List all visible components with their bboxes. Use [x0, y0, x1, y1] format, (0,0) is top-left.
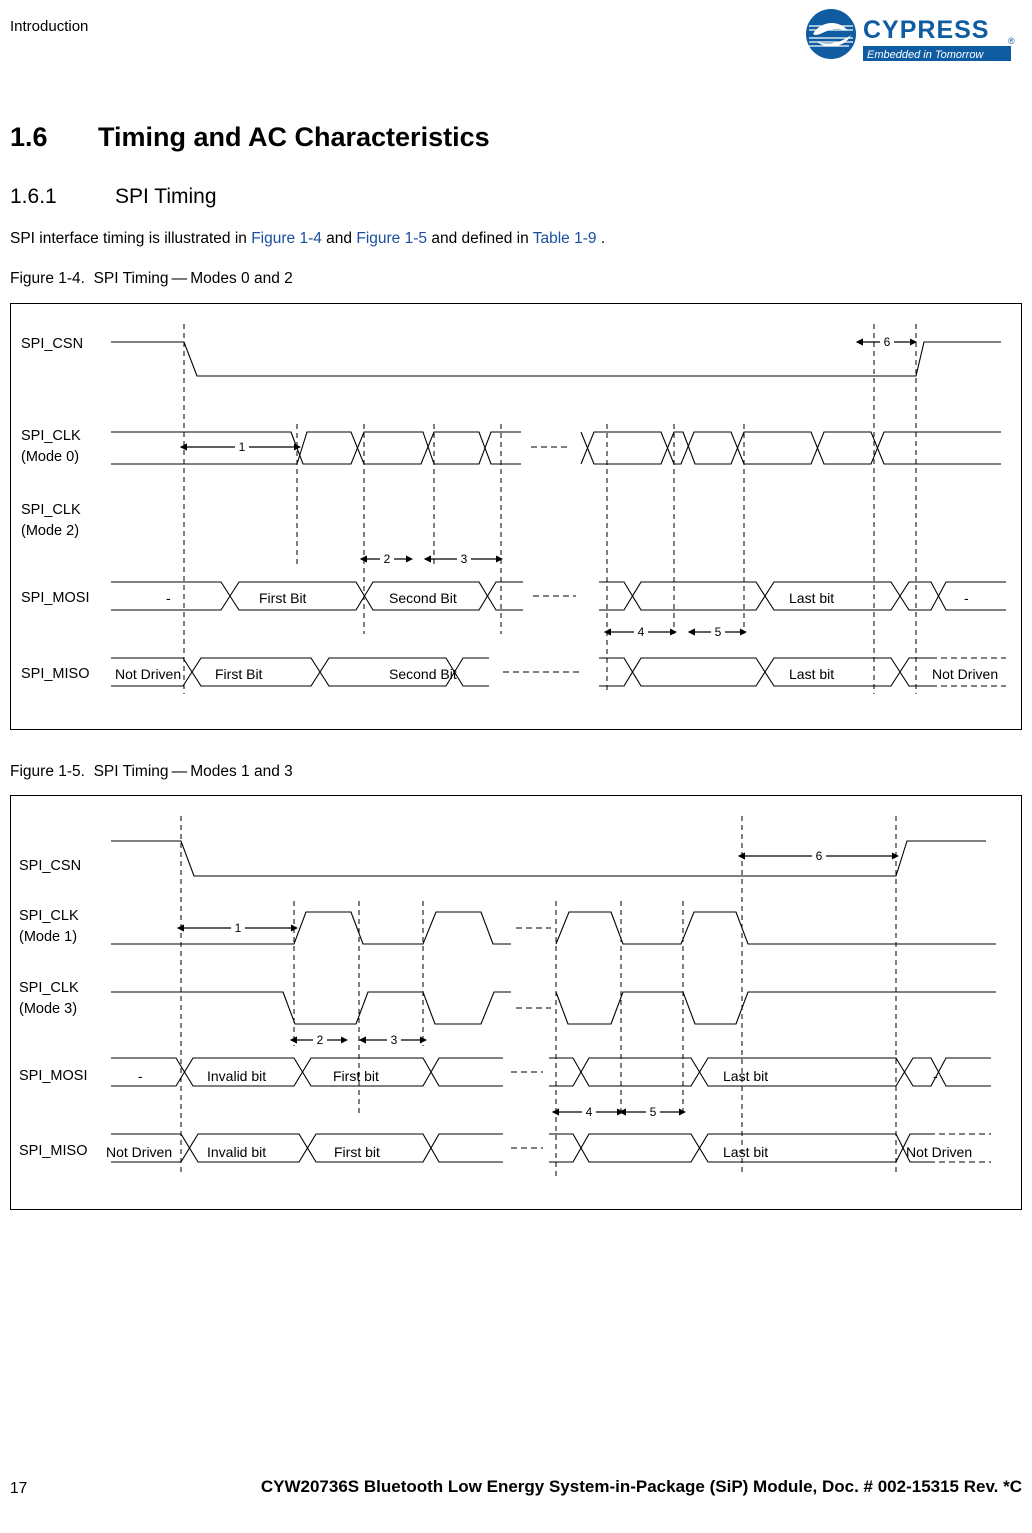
fig4-miso-cell-3: Last bit: [789, 666, 835, 682]
page: Introduction CYPRESS Embedded in Tomorro…: [0, 0, 1032, 1533]
figure-1-5-caption-label: Figure 1-5.: [10, 763, 85, 780]
fig5-mosi-cell-2: First bit: [333, 1068, 379, 1084]
running-head: Introduction: [10, 18, 89, 35]
fig5-marker-4: 4: [586, 1105, 593, 1119]
section-heading: 1.6 Timing and AC Characteristics: [10, 122, 490, 153]
figure-1-4: SPI_CSN SPI_CLK (Mode 0) SPI_CLK (Mode 2) …: [10, 303, 1022, 730]
figure-1-4-link[interactable]: Figure 1-4: [251, 230, 322, 247]
fig5-miso-cell-2: First bit: [334, 1144, 380, 1160]
figure-1-4-caption-text: SPI Timing — Modes 0 and 2: [93, 270, 293, 287]
par-post: .: [596, 230, 606, 247]
fig4-mosi-cell-2: Second Bit: [389, 590, 457, 606]
fig4-marker-6: 6: [884, 335, 891, 349]
svg-text:CYPRESS: CYPRESS: [863, 16, 989, 44]
svg-text:Embedded in Tomorrow: Embedded in Tomorrow: [867, 49, 984, 61]
fig4-marker-3: 3: [461, 552, 468, 566]
fig5-miso-cell-3: Last bit: [723, 1144, 769, 1160]
section-number: 1.6: [10, 122, 48, 152]
fig4-miso-cell-0: Not Driven: [115, 666, 182, 682]
table-1-9-link[interactable]: Table 1-9: [533, 230, 597, 247]
fig4-marker-4: 4: [638, 625, 645, 639]
fig5-mosi-cell-0: -: [138, 1068, 143, 1084]
fig5-marker-6: 6: [816, 849, 823, 863]
fig5-mosi-cell-3: Last bit: [723, 1068, 769, 1084]
fig5-miso-cell-0: Not Driven: [106, 1144, 173, 1160]
cypress-logo: CYPRESS Embedded in Tomorrow ®: [803, 8, 1018, 70]
figure-1-5-caption-text: SPI Timing — Modes 1 and 3: [93, 763, 293, 780]
intro-paragraph: SPI interface timing is illustrated in F…: [10, 230, 605, 248]
fig5-miso-cell-4: Not Driven: [906, 1144, 973, 1160]
fig5-miso-cell-1: Invalid bit: [207, 1144, 267, 1160]
svg-text:®: ®: [1008, 36, 1015, 46]
section-title: Timing and AC Characteristics: [98, 122, 490, 152]
footer-text: CYW20736S Bluetooth Low Energy System-in…: [260, 1477, 1022, 1496]
fig5-marker-5: 5: [650, 1105, 657, 1119]
fig4-miso-cell-1: First Bit: [215, 666, 263, 682]
fig4-marker-1: 1: [239, 440, 246, 454]
fig5-marker-1: 1: [235, 921, 242, 935]
subsection-title: SPI Timing: [115, 185, 217, 208]
fig4-mosi-cell-3: Last bit: [789, 590, 835, 606]
fig5-marker-2: 2: [317, 1033, 324, 1047]
fig4-marker-5: 5: [715, 625, 722, 639]
fig4-mosi-cell-4: -: [964, 590, 969, 606]
figure-1-5-link[interactable]: Figure 1-5: [356, 230, 427, 247]
subsection-heading: 1.6.1 SPI Timing: [10, 185, 217, 209]
fig4-marker-2: 2: [384, 552, 391, 566]
fig5-marker-3: 3: [391, 1033, 398, 1047]
par-mid2: and defined in: [427, 230, 533, 247]
subsection-number: 1.6.1: [10, 185, 57, 208]
fig5-mosi-cell-4: -: [933, 1068, 938, 1084]
fig5-mosi-cell-1: Invalid bit: [207, 1068, 267, 1084]
fig4-mosi-cell-0: -: [166, 590, 171, 606]
par-mid1: and: [321, 230, 357, 247]
figure-1-4-caption-label: Figure 1-4.: [10, 270, 85, 287]
par-pre: SPI interface timing is illustrated in: [10, 230, 252, 247]
figure-1-5: SPI_CSN SPI_CLK (Mode 1) SPI_CLK (Mode 3) …: [10, 795, 1022, 1210]
fig4-mosi-cell-1: First Bit: [259, 590, 307, 606]
fig4-miso-cell-2: Second Bit: [389, 666, 457, 682]
figure-1-4-caption: Figure 1-4. SPI Timing — Modes 0 and 2: [10, 270, 293, 288]
figure-1-5-caption: Figure 1-5. SPI Timing — Modes 1 and 3: [10, 763, 293, 781]
fig4-miso-cell-4: Not Driven: [932, 666, 999, 682]
